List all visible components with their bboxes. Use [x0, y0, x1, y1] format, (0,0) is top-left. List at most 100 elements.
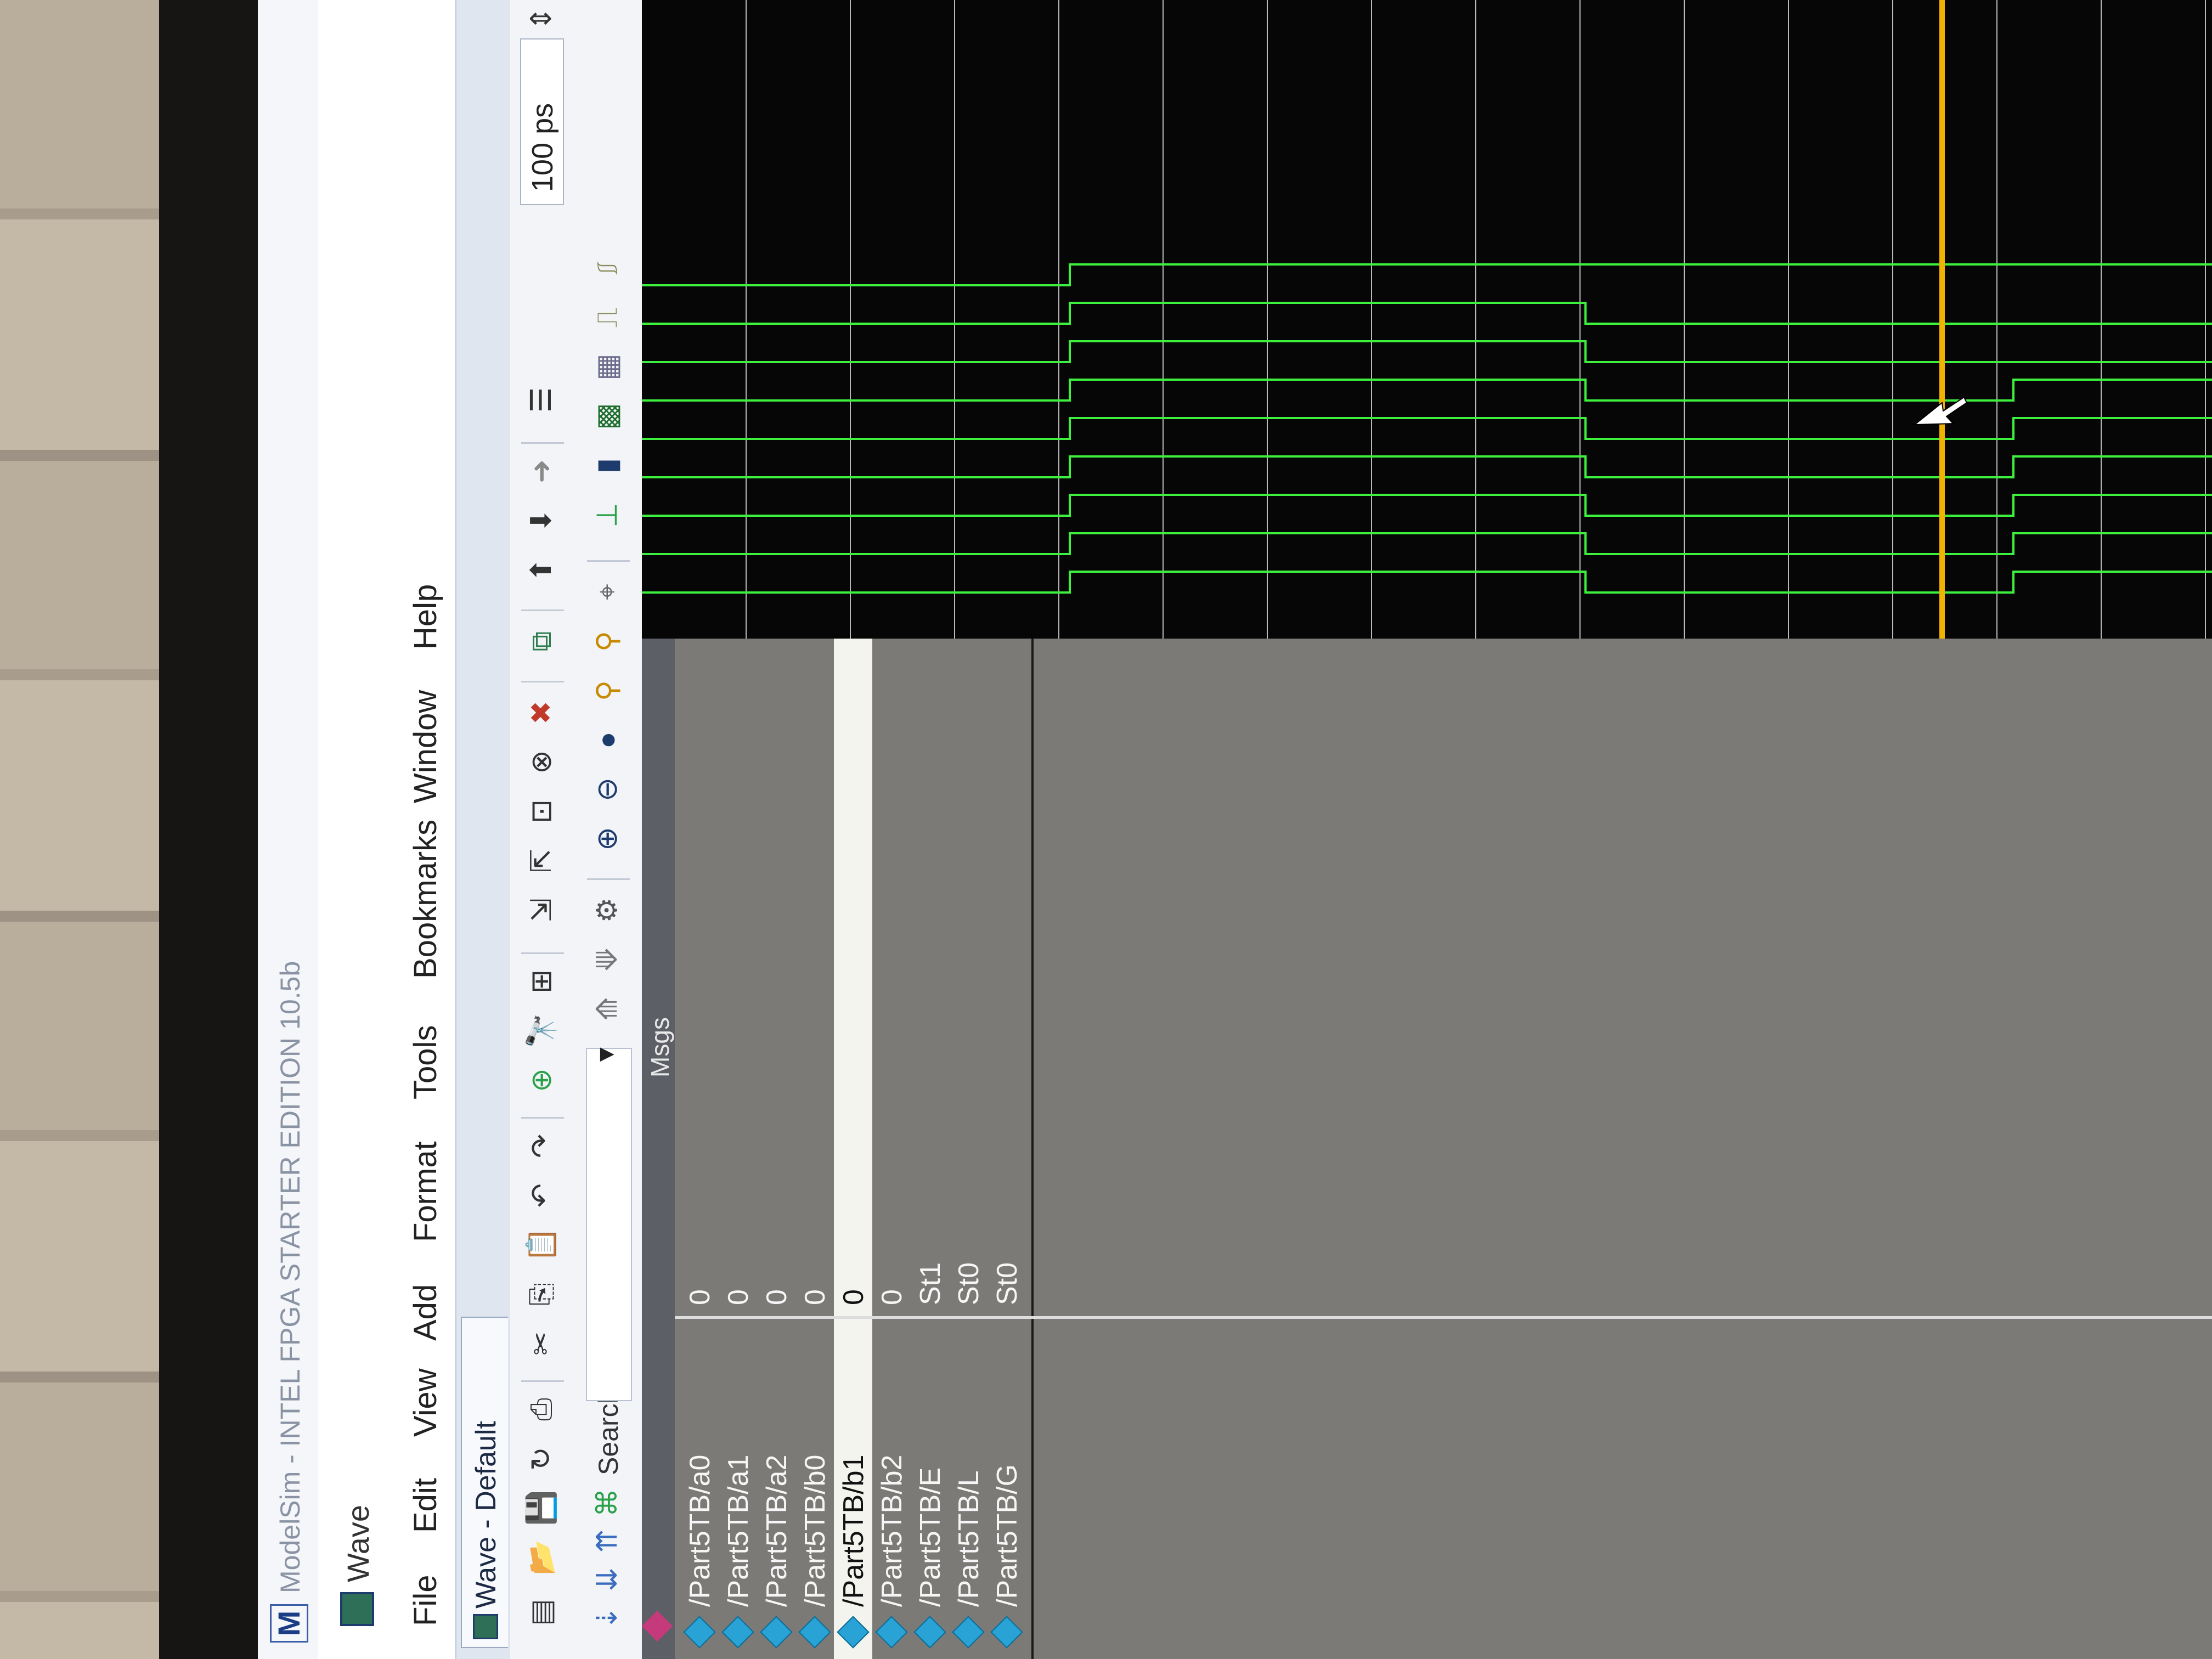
cut-icon[interactable]: ✂: [522, 1324, 561, 1363]
reload-icon[interactable]: ↻: [522, 1440, 561, 1478]
title-bar: M ModelSim - INTEL FPGA STARTER EDITION …: [258, 0, 319, 1659]
step-over-icon[interactable]: ⇊: [588, 1560, 627, 1599]
print-icon[interactable]: ⎙: [522, 1390, 561, 1429]
arrow-up-icon[interactable]: ⬆: [522, 551, 561, 589]
menu-file[interactable]: File: [407, 1575, 444, 1626]
wave-window-icon: [340, 1592, 374, 1626]
signal-row[interactable]: /Part5TB/G: [988, 1319, 1026, 1659]
hierarchy-icon[interactable]: ⌘: [588, 1483, 627, 1522]
signal-row[interactable]: /Part5TB/L: [949, 1319, 988, 1659]
link-icon[interactable]: ⧉: [522, 622, 561, 661]
signal-value-pane: 0 0 0 0 0 0 St1 St0 St0: [675, 636, 2212, 1319]
wave-pattern-icon[interactable]: ▦: [588, 348, 627, 386]
menu-view[interactable]: View: [407, 1368, 444, 1437]
signal-value: 0: [799, 1289, 831, 1305]
menu-window[interactable]: Window: [407, 690, 444, 803]
signal-diamond-icon: [798, 1616, 831, 1649]
signal-name: /Part5TB/E: [915, 1467, 946, 1607]
wave-panes: Msgs /Part5TB/a0 /Part5TB/a1 /Part5TB/a2: [641, 0, 2212, 1659]
edge-rise-icon[interactable]: ⎍: [588, 298, 627, 337]
zoom-in-icon[interactable]: ⊕: [588, 820, 627, 858]
arrow-forward-icon[interactable]: ➜: [522, 452, 561, 490]
menu-edit[interactable]: Edit: [407, 1478, 444, 1533]
menu-add[interactable]: Add: [407, 1284, 444, 1341]
paste-icon[interactable]: 📋: [522, 1226, 561, 1264]
new-file-icon[interactable]: ▤: [522, 1593, 561, 1632]
wave-green-icon[interactable]: ▩: [588, 397, 627, 436]
zoom-out-icon[interactable]: ⊖: [588, 770, 627, 809]
signal-waveform: [642, 532, 2212, 555]
signal-value: St0: [991, 1262, 1023, 1305]
monitor-screen: M ModelSim - INTEL FPGA STARTER EDITION …: [258, 0, 2212, 1659]
add-cursor-icon[interactable]: ⊥: [588, 496, 627, 534]
signal-waveform: [642, 302, 2212, 325]
waveform-pane[interactable]: [642, 0, 2212, 639]
signal-waveform: [642, 417, 2212, 440]
grid-icon[interactable]: ⊞: [522, 962, 561, 1001]
tab-label: Wave - Default: [470, 1421, 502, 1609]
zoom-region-icon[interactable]: ⚲: [588, 622, 627, 661]
menu-tools[interactable]: Tools: [407, 1025, 444, 1099]
spin-arrows-icon[interactable]: ⇕: [522, 0, 561, 38]
find-icon[interactable]: 🔭: [522, 1012, 561, 1050]
menu-bookmarks[interactable]: Bookmarks: [407, 820, 444, 979]
redo-icon[interactable]: ↷: [522, 1127, 561, 1165]
menu-format[interactable]: Format: [407, 1141, 444, 1242]
stop-icon[interactable]: ✖: [522, 693, 561, 732]
step-into-icon[interactable]: ⇣: [588, 1599, 627, 1637]
signal-row[interactable]: /Part5TB/a2: [757, 1319, 795, 1659]
signal-row[interactable]: /Part5TB/E: [911, 1319, 949, 1659]
arrow-down-icon[interactable]: ⬇: [522, 501, 561, 540]
signal-name: /Part5TB/b2: [876, 1454, 908, 1607]
signal-value: St1: [915, 1262, 946, 1305]
tab-wave-default[interactable]: Wave - Default: [461, 1317, 508, 1648]
search-next-icon[interactable]: ⟱: [588, 940, 627, 979]
compile-icon[interactable]: ⇲: [522, 891, 561, 929]
signal-value: 0: [838, 1289, 870, 1305]
signal-row[interactable]: /Part5TB/b0: [795, 1319, 834, 1659]
main-toolbar: ▤ 📂 💾 ↻ ⎙ ✂ ⎘ 📋 ↶ ↷ ⊕ 🔭 ⊞ ⇲ ⇱ ⊡ ⊗ ✖ ⧉ ⬆ …: [510, 0, 577, 1659]
search-dropdown-icon[interactable]: ▼: [592, 1042, 620, 1066]
signal-waveform: [642, 379, 2212, 402]
signal-diamond-icon: [990, 1616, 1023, 1649]
delete-cursor-icon[interactable]: ▮: [588, 447, 627, 485]
edge-fall-icon[interactable]: ⎎: [588, 249, 627, 287]
signal-waveform: [642, 494, 2212, 517]
break-icon[interactable]: ⊗: [522, 743, 561, 781]
save-icon[interactable]: 💾: [522, 1489, 561, 1527]
tab-strip: Wave - Default: [455, 0, 513, 1659]
simulate-icon[interactable]: ⊡: [522, 792, 561, 831]
cursor-tool-icon[interactable]: ⌖: [588, 573, 627, 611]
time-step-icon[interactable]: ☰: [522, 381, 561, 419]
compile-all-icon[interactable]: ⇱: [522, 842, 561, 880]
modelsim-window: M ModelSim - INTEL FPGA STARTER EDITION …: [258, 0, 2212, 1659]
signal-name: /Part5TB/a0: [684, 1454, 716, 1607]
run-length-value: 100 ps: [526, 103, 559, 192]
signal-row[interactable]: /Part5TB/b2: [872, 1319, 911, 1659]
undo-icon[interactable]: ↶: [522, 1176, 561, 1215]
value-row: 0: [757, 636, 795, 1316]
value-row: 0: [719, 636, 757, 1316]
copy-icon[interactable]: ⎘: [522, 1275, 561, 1313]
step-out-icon[interactable]: ⇈: [588, 1522, 627, 1560]
add-icon[interactable]: ⊕: [522, 1061, 561, 1099]
open-folder-icon[interactable]: 📂: [522, 1538, 561, 1577]
signal-row[interactable]: /Part5TB/a0: [680, 1319, 719, 1659]
value-row: St1: [911, 636, 949, 1316]
signal-row-selected[interactable]: /Part5TB/b1: [834, 1319, 872, 1659]
signal-row[interactable]: /Part5TB/a1: [719, 1319, 757, 1659]
toolbar-separator: [521, 681, 564, 682]
search-input[interactable]: [586, 1048, 632, 1401]
search-prev-icon[interactable]: ⟰: [588, 990, 627, 1028]
signal-value: 0: [723, 1289, 754, 1305]
zoom-full-icon[interactable]: ●: [588, 721, 627, 759]
menu-bar: File Edit View Add Format Tools Bookmark…: [395, 0, 455, 1659]
zoom-cursor-icon[interactable]: ⚲: [588, 672, 627, 710]
signal-name: /Part5TB/L: [953, 1470, 985, 1607]
run-length-input[interactable]: 100 ps: [520, 38, 564, 205]
signal-diamond-icon: [952, 1616, 985, 1649]
search-options-icon[interactable]: ⚙: [588, 891, 627, 929]
signal-value: 0: [684, 1289, 716, 1305]
signal-waveform: [642, 571, 2212, 594]
menu-help[interactable]: Help: [407, 584, 444, 650]
